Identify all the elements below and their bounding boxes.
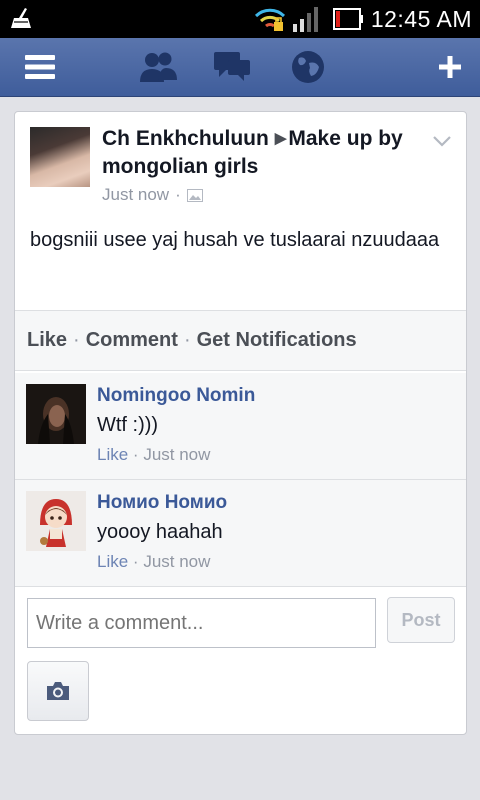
status-time: 12:45 AM xyxy=(370,5,472,32)
author-name[interactable]: Ch Enkhchuluun xyxy=(102,127,269,150)
comment-separator: · xyxy=(132,445,139,464)
post-button[interactable]: Post xyxy=(387,597,455,643)
comment-item: Nomingoo Nomin Wtf :))) Like · Just now xyxy=(15,373,466,480)
photo-icon xyxy=(186,188,203,202)
arrow-right-icon: ▶ xyxy=(274,130,287,147)
post-time[interactable]: Just now xyxy=(102,185,169,205)
comment-text: Wtf :))) xyxy=(97,414,159,436)
commenter-avatar[interactable] xyxy=(26,491,86,551)
commenter-name[interactable]: Nomingoo Nomin xyxy=(97,385,255,407)
top-nav-bar xyxy=(0,38,480,97)
status-bar: 12:45 AM xyxy=(0,0,480,38)
cleaner-app-icon xyxy=(11,8,31,28)
comment-input[interactable] xyxy=(27,598,376,648)
comment-separator: · xyxy=(132,552,139,571)
camera-icon xyxy=(47,682,69,700)
comment-like-button[interactable]: Like xyxy=(97,552,128,571)
notifications-globe-icon[interactable] xyxy=(288,47,328,87)
comment-like-button[interactable]: Like xyxy=(97,445,128,464)
commenter-avatar[interactable] xyxy=(26,384,86,444)
post-body: bogsniii usee yaj husah ve tuslaarai nzu… xyxy=(30,229,440,251)
meta-separator: · xyxy=(175,185,181,204)
comment-item: Номио Номио yoooy haahah Like · Just now xyxy=(15,480,466,587)
comment-text: yoooy haahah xyxy=(97,521,223,543)
action-separator: · xyxy=(73,329,80,351)
action-separator: · xyxy=(183,329,191,351)
wifi-icon xyxy=(254,8,285,31)
menu-icon[interactable] xyxy=(20,47,60,87)
battery-icon xyxy=(332,8,363,30)
get-notifications-button[interactable]: Get Notifications xyxy=(197,329,357,352)
like-button[interactable]: Like xyxy=(27,329,67,352)
plus-icon[interactable] xyxy=(430,47,470,87)
post-actions-bar: Like · Comment · Get Notifications xyxy=(15,310,466,371)
messages-icon[interactable] xyxy=(212,47,252,87)
signal-icon xyxy=(292,7,318,32)
friend-requests-icon[interactable] xyxy=(138,47,178,87)
comment-meta: Like · Just now xyxy=(97,552,210,572)
post-meta: Just now · xyxy=(102,185,203,205)
author-avatar[interactable] xyxy=(30,127,90,187)
commenter-name[interactable]: Номио Номио xyxy=(97,492,227,514)
comment-time[interactable]: Just now xyxy=(143,445,210,464)
camera-button[interactable] xyxy=(27,661,89,721)
comment-meta: Like · Just now xyxy=(97,445,210,465)
chevron-down-icon[interactable] xyxy=(432,134,452,148)
comment-time[interactable]: Just now xyxy=(143,552,210,571)
post-header: Ch Enkhchuluun ▶Make up by mongolian girl… xyxy=(102,126,432,180)
comment-button[interactable]: Comment xyxy=(86,329,178,352)
post-card: Ch Enkhchuluun ▶Make up by mongolian girl… xyxy=(14,111,467,735)
